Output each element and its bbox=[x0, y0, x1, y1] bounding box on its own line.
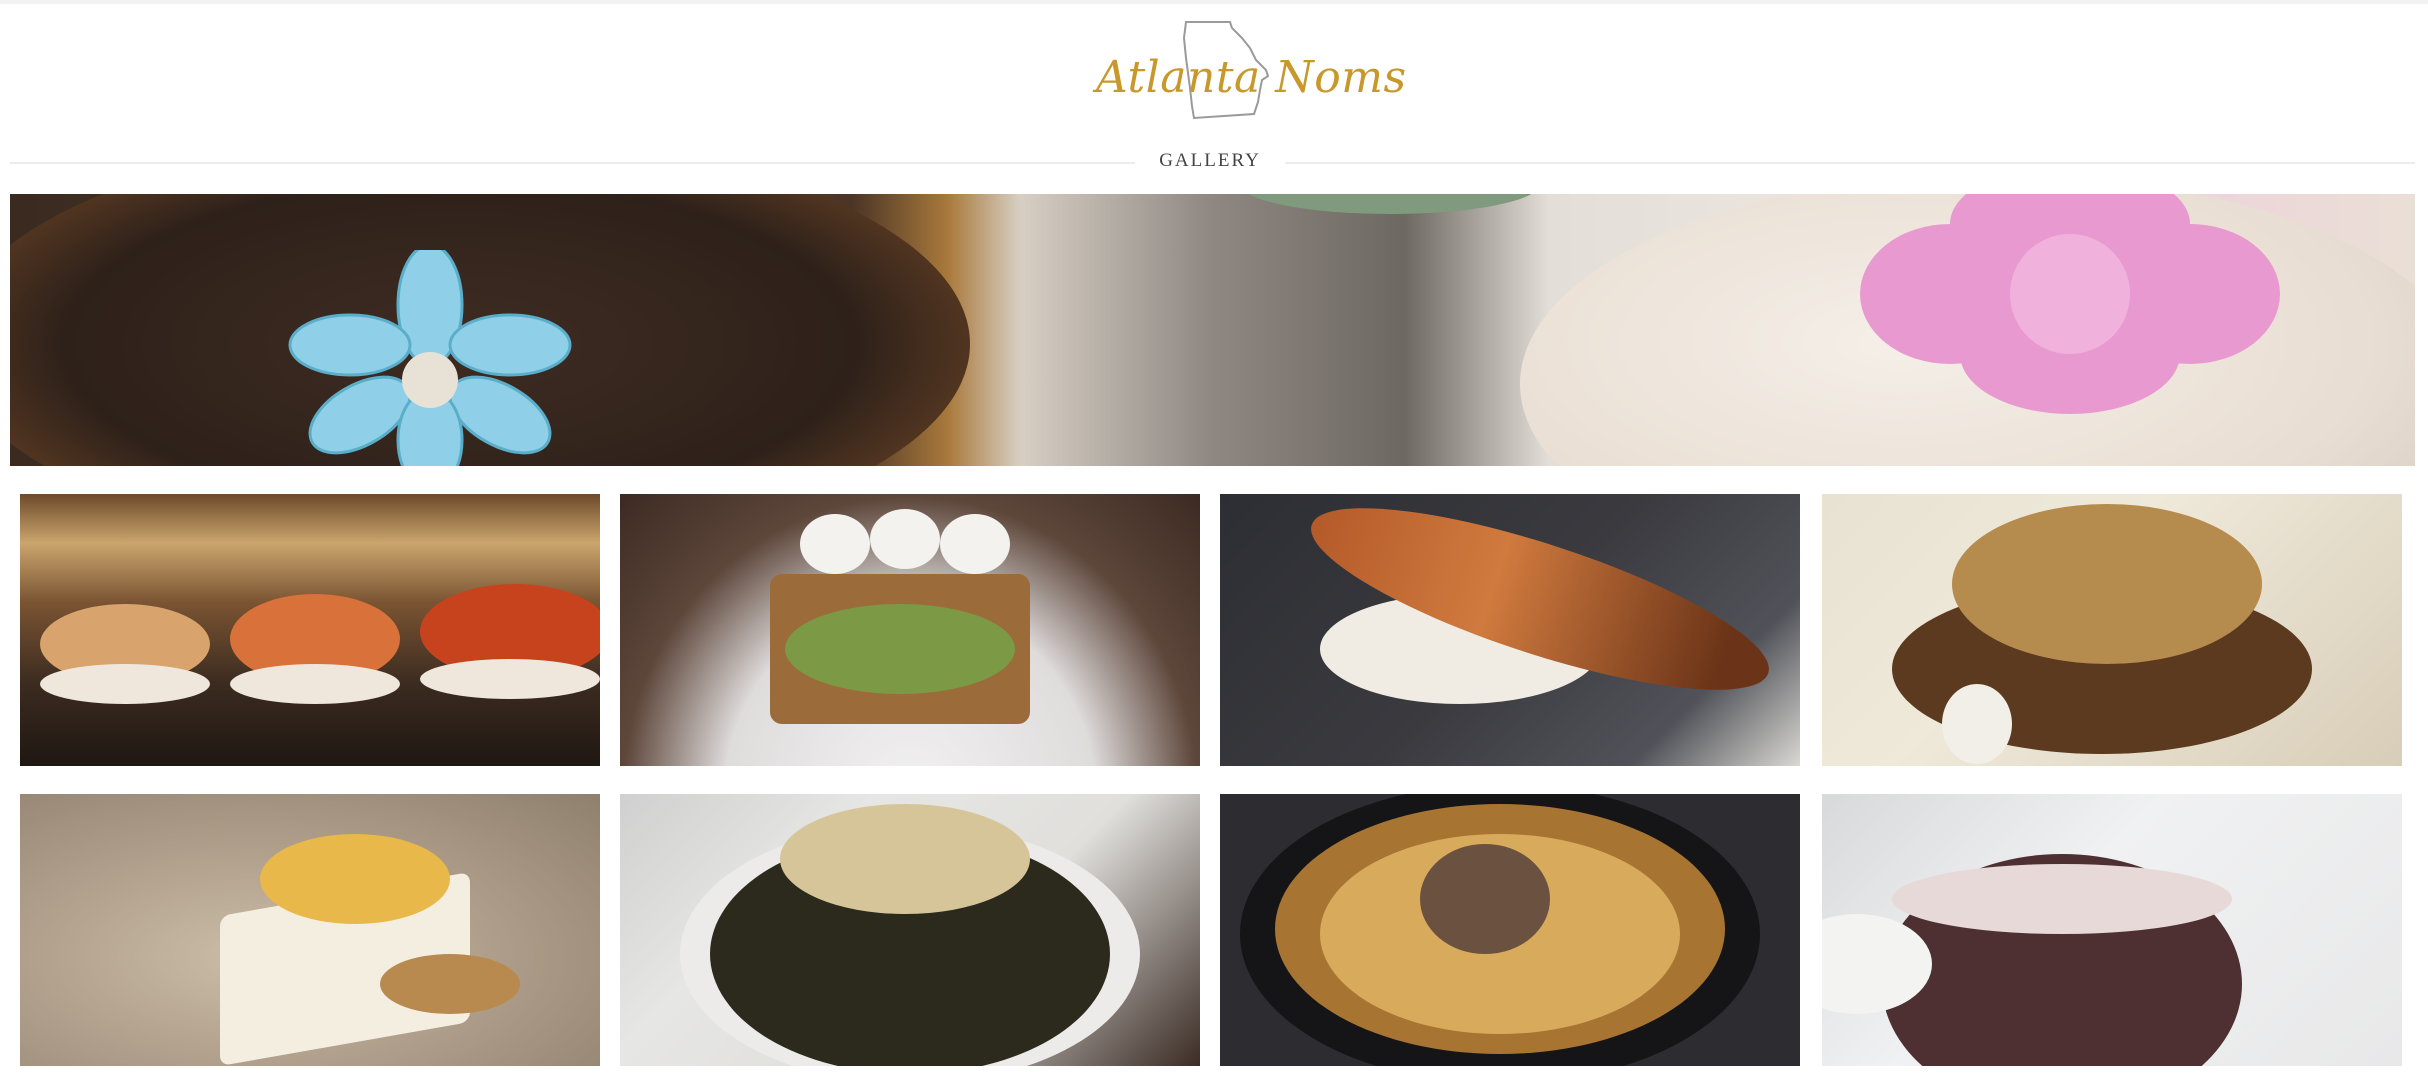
gallery-item-dessert-crumble[interactable] bbox=[1822, 494, 2402, 766]
gallery-item-eel-nigiri[interactable] bbox=[1220, 494, 1800, 766]
gallery-heading: GALLERY bbox=[1159, 150, 1261, 171]
gallery-item-sushi-trio[interactable] bbox=[20, 494, 600, 766]
gallery-item-cheesecake-citrus[interactable] bbox=[20, 794, 600, 1066]
hero-image bbox=[10, 194, 2415, 466]
divider-left bbox=[10, 162, 1135, 164]
gallery-item-mille-feuille[interactable] bbox=[620, 494, 1200, 766]
divider-right bbox=[1285, 162, 2415, 164]
top-border bbox=[0, 0, 2428, 4]
gallery-item-crispy-bowl[interactable] bbox=[620, 794, 1200, 1066]
blue-flower-decoration bbox=[288, 250, 572, 466]
logo-text: Atlanta Noms bbox=[1096, 52, 1407, 103]
pink-flower-decoration bbox=[1860, 194, 2280, 414]
site-logo[interactable]: Atlanta Noms bbox=[1090, 18, 1406, 128]
gallery-item-cocktail[interactable] bbox=[1822, 794, 2402, 1066]
gallery-item-beef-noodle-soup[interactable] bbox=[1220, 794, 1800, 1066]
